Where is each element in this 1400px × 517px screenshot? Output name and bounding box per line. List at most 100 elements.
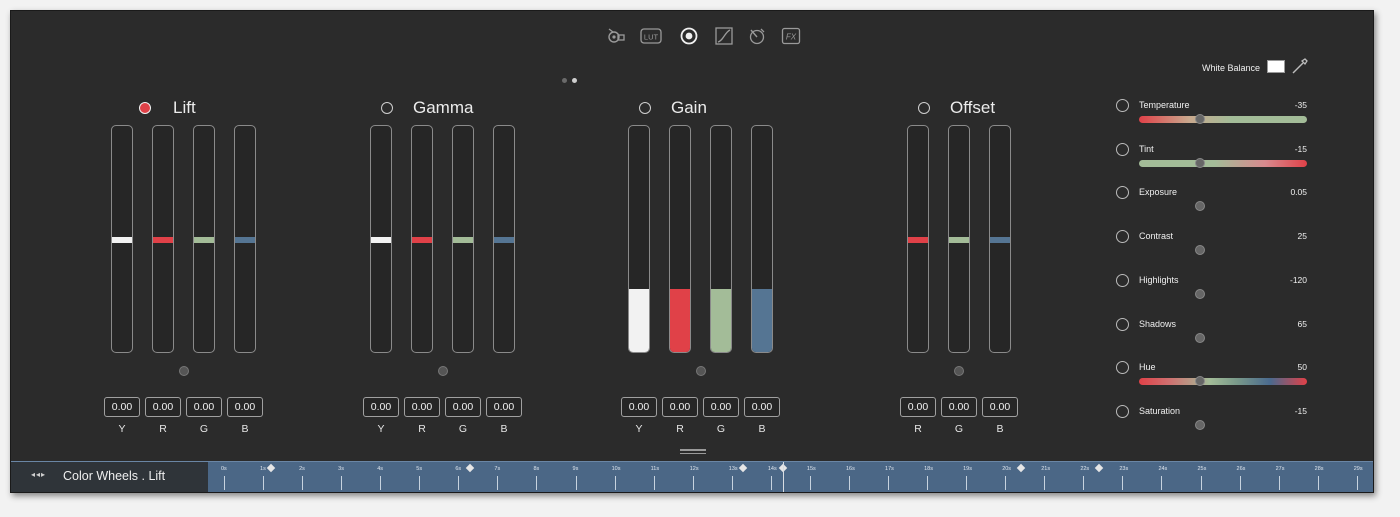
keyframe-marker[interactable]	[465, 463, 475, 473]
fx-icon[interactable]: FX	[780, 25, 802, 47]
group-reset-knob[interactable]	[954, 366, 964, 376]
group-reset-knob[interactable]	[178, 366, 189, 376]
slider-marker[interactable]	[412, 237, 432, 243]
slider-g[interactable]	[193, 125, 215, 353]
slider-marker[interactable]	[235, 237, 255, 243]
eyedropper-icon[interactable]	[1291, 57, 1309, 75]
adjustment-value[interactable]: 25	[1298, 231, 1307, 241]
value-field-g[interactable]: 0.00	[186, 397, 222, 417]
slider-g[interactable]	[710, 125, 732, 353]
panel-resize-handle[interactable]	[680, 449, 706, 457]
value-field-b[interactable]: 0.00	[486, 397, 522, 417]
slider-g[interactable]	[452, 125, 474, 353]
group-select-radio[interactable]	[918, 102, 930, 114]
adjustment-radio[interactable]	[1116, 99, 1129, 112]
value-field-g[interactable]: 0.00	[445, 397, 481, 417]
timeline-tick	[1278, 476, 1280, 490]
slider-b[interactable]	[234, 125, 256, 353]
keyframe-marker[interactable]	[1094, 463, 1104, 473]
color-wheels-icon[interactable]	[678, 25, 700, 47]
slider-marker[interactable]	[453, 237, 473, 243]
value-field-g[interactable]: 0.00	[941, 397, 977, 417]
adjustment-radio[interactable]	[1116, 404, 1129, 418]
keyframe-marker[interactable]	[1016, 463, 1026, 473]
channel-label: G	[458, 423, 468, 435]
value-field-y[interactable]: 0.00	[621, 397, 657, 417]
slider-b[interactable]	[989, 125, 1011, 353]
timeline-tick	[224, 476, 225, 490]
value-field-b[interactable]: 0.00	[744, 397, 780, 417]
camera-icon[interactable]	[605, 25, 627, 47]
group-select-radio[interactable]	[381, 102, 393, 114]
slider-marker[interactable]	[112, 237, 132, 243]
slider-r[interactable]	[669, 125, 691, 353]
adjustment-value[interactable]: -35	[1295, 100, 1307, 110]
adjustment-slider-knob[interactable]	[1195, 114, 1205, 124]
adjustment-radio[interactable]	[1116, 186, 1129, 200]
value-field-y[interactable]: 0.00	[363, 397, 399, 417]
adjustment-radio[interactable]	[1116, 142, 1129, 156]
slider-g[interactable]	[948, 125, 970, 353]
adjustment-gradient-bar[interactable]	[1139, 159, 1307, 167]
page-dot-1[interactable]	[562, 78, 567, 83]
adjustment-radio[interactable]	[1116, 230, 1129, 244]
timeline-tick-label: 27s	[1275, 466, 1285, 472]
adjustment-value[interactable]: -120	[1290, 275, 1307, 285]
timeline-tick	[302, 476, 304, 490]
adjustment-slider-knob[interactable]	[1195, 332, 1205, 343]
adjustment-radio[interactable]	[1116, 273, 1129, 287]
adjustment-value[interactable]: 0.05	[1290, 187, 1307, 197]
slider-r[interactable]	[152, 125, 174, 353]
secondary-icon[interactable]	[746, 25, 768, 47]
adjustment-value[interactable]: 50	[1298, 362, 1307, 372]
value-field-g[interactable]: 0.00	[703, 397, 739, 417]
value-field-b[interactable]: 0.00	[982, 397, 1018, 417]
slider-marker[interactable]	[494, 237, 514, 243]
value-field-r[interactable]: 0.00	[662, 397, 698, 417]
white-balance-swatch[interactable]	[1267, 60, 1285, 73]
adjustment-value[interactable]: -15	[1295, 406, 1307, 416]
adjustment-slider-knob[interactable]	[1195, 201, 1205, 212]
group-reset-knob[interactable]	[437, 366, 448, 376]
slider-marker[interactable]	[949, 237, 969, 243]
adjustment-gradient-bar[interactable]	[1139, 116, 1307, 123]
playhead[interactable]	[782, 462, 784, 492]
group-select-radio[interactable]	[639, 102, 651, 114]
lut-icon[interactable]: LUT	[640, 25, 662, 47]
adjustment-slider-knob[interactable]	[1195, 288, 1205, 299]
slider-y[interactable]	[111, 125, 133, 353]
keyframe-marker[interactable]	[739, 463, 748, 473]
adjustment-slider-knob[interactable]	[1195, 245, 1205, 256]
slider-marker[interactable]	[153, 237, 173, 243]
slider-marker[interactable]	[194, 237, 214, 243]
adjustment-radio[interactable]	[1116, 361, 1129, 375]
slider-r[interactable]	[411, 125, 433, 353]
slider-b[interactable]	[493, 125, 515, 353]
curves-icon[interactable]	[713, 25, 735, 47]
group-reset-knob[interactable]	[695, 366, 706, 376]
slider-marker[interactable]	[908, 237, 928, 243]
adjustment-slider-knob[interactable]	[1195, 419, 1205, 430]
slider-marker[interactable]	[990, 237, 1010, 243]
timeline-ruler[interactable]: 0s 1s 2s 3s 4s 5s 6s 7s 8s 9s 10s 11s 12s 13s 14s 15s 16…	[208, 462, 1373, 492]
value-field-b[interactable]: 0.00	[227, 397, 263, 417]
slider-marker[interactable]	[371, 237, 391, 243]
value-field-r[interactable]: 0.00	[404, 397, 440, 417]
slider-y[interactable]	[370, 125, 392, 353]
adjustment-slider-knob[interactable]	[1195, 157, 1205, 168]
slider-y[interactable]	[628, 125, 650, 353]
adjustment-label: Exposure	[1139, 187, 1178, 198]
value-field-r[interactable]: 0.00	[145, 397, 181, 417]
keyframe-marker[interactable]	[266, 463, 276, 473]
value-field-y[interactable]: 0.00	[104, 397, 140, 417]
adjustment-value[interactable]: 65	[1298, 319, 1307, 329]
timeline-nav-arrows[interactable]: ◂◂▸	[31, 470, 46, 479]
group-select-radio[interactable]	[139, 102, 151, 114]
slider-b[interactable]	[751, 125, 773, 353]
slider-r[interactable]	[907, 125, 929, 353]
adjustment-value[interactable]: -15	[1295, 144, 1307, 154]
page-dot-2[interactable]	[572, 78, 577, 83]
adjustment-gradient-bar[interactable]	[1139, 378, 1307, 386]
value-field-r[interactable]: 0.00	[900, 397, 936, 417]
adjustment-radio[interactable]	[1116, 317, 1129, 331]
